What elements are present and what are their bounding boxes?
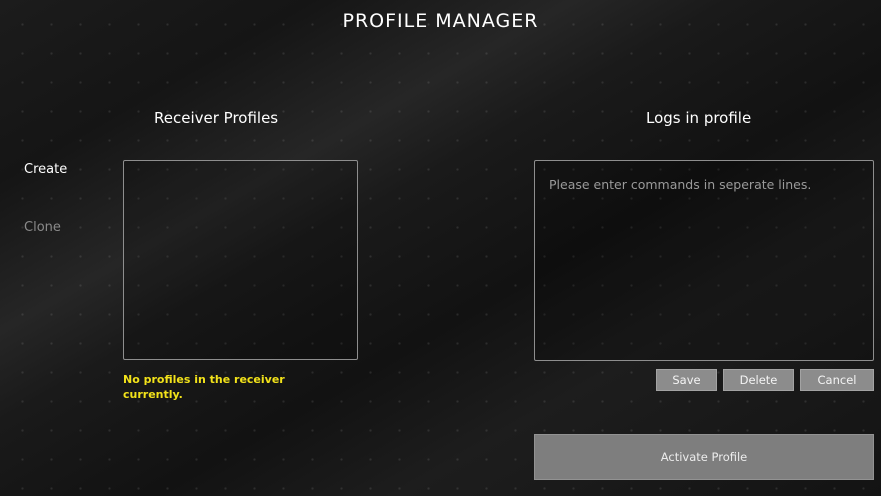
page-title: PROFILE MANAGER — [342, 10, 539, 32]
save-button[interactable]: Save — [656, 369, 717, 391]
create-link[interactable]: Create — [24, 162, 67, 177]
logs-in-profile-heading: Logs in profile — [646, 109, 752, 127]
cancel-button[interactable]: Cancel — [800, 369, 874, 391]
delete-button[interactable]: Delete — [723, 369, 794, 391]
activate-profile-button[interactable]: Activate Profile — [534, 434, 874, 480]
receiver-profiles-list[interactable] — [123, 160, 358, 360]
no-profiles-message: No profiles in the receiver currently. — [123, 373, 285, 401]
logs-in-profile-textarea[interactable] — [534, 160, 874, 361]
receiver-profiles-heading: Receiver Profiles — [154, 109, 279, 127]
clone-link[interactable]: Clone — [24, 220, 61, 235]
